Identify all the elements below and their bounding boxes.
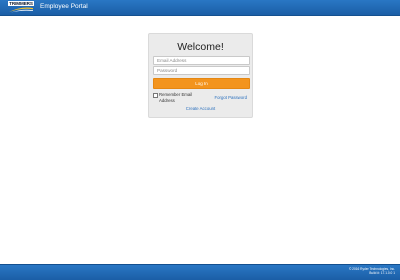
remember-email-label[interactable]: Remember Email Address — [159, 92, 199, 103]
portal-title: Employee Portal — [40, 3, 88, 10]
logo-swoosh-icon — [9, 7, 33, 13]
remember-email-checkbox[interactable] — [153, 93, 158, 98]
header-bar: TRIMMERS Employee Portal — [0, 0, 400, 16]
login-button[interactable]: Log In — [153, 78, 250, 89]
footer-info: © 2016 Ryder Technologies, Inc. Build #:… — [349, 267, 395, 275]
forgot-password-link[interactable]: Forgot Password — [215, 95, 247, 100]
build-number: Build #: 17.1.0.0 1 — [369, 271, 395, 275]
welcome-heading: Welcome! — [177, 41, 224, 53]
create-account-link[interactable]: Create Account — [149, 106, 252, 111]
login-card: Welcome! Log In Remember Email Address F… — [148, 33, 253, 118]
company-logo[interactable]: TRIMMERS — [8, 1, 34, 13]
email-field[interactable] — [153, 56, 250, 65]
password-field[interactable] — [153, 66, 250, 75]
footer-bar: © 2016 Ryder Technologies, Inc. Build #:… — [0, 264, 400, 280]
